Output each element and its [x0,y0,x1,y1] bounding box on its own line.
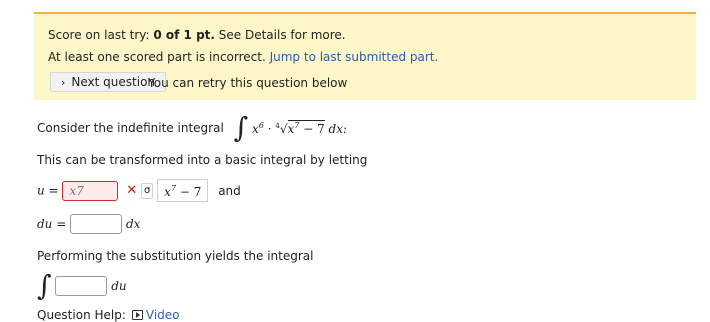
integrand-x: x [252,121,259,136]
integrand-x-exp: 6 [258,120,264,130]
integrand-dx: dx: [328,121,348,136]
math-keypad-icon[interactable]: σ [141,182,154,199]
chevron-right-icon: › [61,75,66,89]
and-text: and [218,183,241,198]
integral-answer-input[interactable] [55,276,108,296]
score-prefix: Score on last try: [48,28,154,42]
score-suffix: See Details for more. [214,28,346,42]
u-correct-tail: − 7 [176,185,202,199]
question-help-label: Question Help: [37,308,126,322]
integral-answer-line: ∫ du [37,272,127,300]
incorrect-line: At least one scored part is incorrect. J… [48,50,438,64]
integral-sign: ∫ [233,111,249,144]
question-help: Question Help: Video [37,308,180,322]
du-line: du = dx [37,214,140,234]
video-icon[interactable] [131,310,143,320]
u-substitution-line: u = x7 ✕ σ x7 − 7 and [37,179,241,202]
integrand-dot: · [267,121,272,136]
jump-link[interactable]: Jump to last submitted part. [270,50,439,64]
root-sign: √ [279,121,288,136]
score-value: 0 of 1 pt. [153,28,215,42]
u-correct-answer: x7 − 7 [157,179,209,202]
dx-label: dx [125,217,141,231]
incorrect-mark-icon: ✕ [126,183,138,198]
du-tail: du [111,279,127,293]
radicand: x7 − 7 [287,119,325,136]
u-answer-input[interactable]: x7 [62,180,119,201]
u-label: u = [37,183,59,198]
du-label: du = [37,217,67,231]
retry-text: You can retry this question below [148,76,348,90]
radicand-tail: − 7 [299,121,325,136]
du-answer-input[interactable] [70,214,123,234]
question-intro-line: Consider the indefinite integral ∫ x6 · … [37,114,347,142]
score-banner: Score on last try: 0 of 1 pt. See Detail… [34,12,696,100]
integrand: x6 · 4√x7 − 7 dx: [252,119,348,136]
incorrect-text: At least one scored part is incorrect. [48,50,270,64]
integral-sign-2: ∫ [37,269,52,302]
score-line: Score on last try: 0 of 1 pt. See Detail… [48,28,346,42]
question-intro: Consider the indefinite integral [37,121,224,135]
video-link[interactable]: Video [146,308,180,322]
u-correct-x: x [164,185,171,199]
transform-text: This can be transformed into a basic int… [37,153,368,167]
next-question-label: Next question [71,75,156,89]
substitution-text: Performing the substitution yields the i… [37,249,314,263]
